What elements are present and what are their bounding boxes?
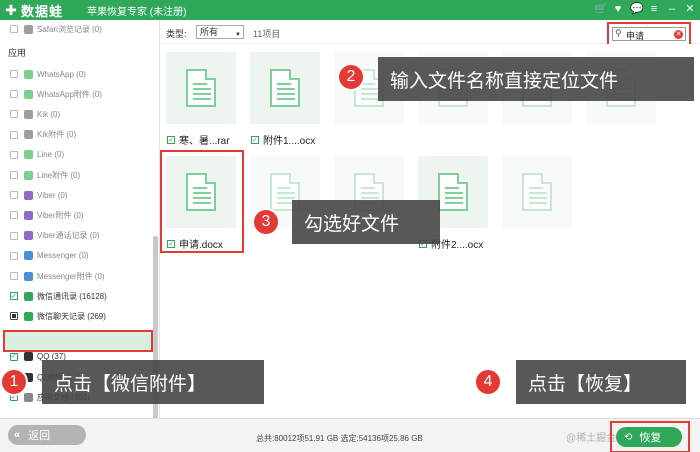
menu-icon[interactable]: ≡ <box>648 2 660 17</box>
callout-1-badge: 1 <box>0 368 28 396</box>
sidebar-section-apps: 应用 <box>8 48 27 58</box>
checkbox[interactable] <box>10 70 18 78</box>
checkbox[interactable]: ✓ <box>251 135 259 144</box>
app-logo-text: 数据蛙 <box>21 3 64 19</box>
callout-4: 点击【恢复】 <box>516 360 686 404</box>
file-tile[interactable] <box>166 52 236 124</box>
app-icon <box>24 210 33 220</box>
document-icon <box>186 69 216 107</box>
callout-3: 勾选好文件 <box>292 200 440 244</box>
callout-2-badge: 2 <box>337 63 365 91</box>
checkbox[interactable] <box>10 25 18 33</box>
document-icon <box>270 69 300 107</box>
safari-icon <box>24 24 33 34</box>
selected-file-outline <box>160 150 244 253</box>
app-icon <box>24 311 33 321</box>
app-icon <box>24 392 33 402</box>
checkbox[interactable] <box>10 130 18 139</box>
logo-icon: ✚ <box>5 2 17 18</box>
checkbox[interactable] <box>10 272 18 280</box>
checkbox[interactable] <box>10 171 18 179</box>
minimize-icon[interactable]: – <box>666 2 678 17</box>
checkbox[interactable] <box>10 90 18 99</box>
sidebar-item[interactable]: WhatsApp附件 (0) <box>10 86 102 102</box>
search-highlight: ⚲ 申请 ✕ <box>607 22 691 46</box>
clear-search-icon[interactable]: ✕ <box>674 30 683 39</box>
sidebar-item[interactable]: Viber附件 (0) <box>10 207 84 223</box>
app-title: 苹果恢复专家 (未注册) <box>87 6 187 18</box>
document-icon <box>522 173 552 211</box>
file-name[interactable]: ✓ 附件1....ocx <box>251 132 315 147</box>
sidebar-item[interactable]: Line附件 (0) <box>10 167 80 183</box>
callout-3-badge: 3 <box>252 208 280 236</box>
file-toolbar: 类型: 所有 ▼ 11项目 ⚲ 申请 ✕ <box>160 20 700 46</box>
app-icon <box>24 130 33 140</box>
app-window: ✚ 数据蛙 苹果恢复专家 (未注册) 🛒 ♥ 💬 ≡ – ✕ Safari浏览记… <box>0 0 700 452</box>
checkbox[interactable]: ✓ <box>10 292 18 301</box>
sidebar-item[interactable]: Line (0) <box>10 147 64 163</box>
sidebar-item[interactable]: Viber通话记录 (0) <box>10 228 100 244</box>
callout-2: 输入文件名称直接定位文件 <box>378 57 694 101</box>
checkbox[interactable]: ✓ <box>167 135 175 144</box>
close-icon[interactable]: ✕ <box>684 2 696 17</box>
title-bar: ✚ 数据蛙 苹果恢复专家 (未注册) 🛒 ♥ 💬 ≡ – ✕ <box>0 0 700 20</box>
checkbox[interactable] <box>10 150 18 159</box>
recover-icon: ⟲ <box>624 431 633 443</box>
type-select[interactable]: 所有 ▼ <box>196 25 244 39</box>
sidebar: Safari浏览记录 (0) 应用 WhatsApp (0) WhatsApp附件… <box>0 20 160 418</box>
sidebar-item[interactable]: Kik附件 (0) <box>10 127 76 143</box>
checkbox[interactable] <box>10 312 18 321</box>
app-icon <box>24 291 33 301</box>
item-count: 11项目 <box>253 29 281 39</box>
app-icon <box>24 69 33 79</box>
app-icon <box>24 109 33 119</box>
sidebar-item[interactable]: Viber (0) <box>10 187 68 203</box>
checkbox[interactable] <box>10 191 18 200</box>
chevron-left-icon: « <box>14 429 21 441</box>
app-icon <box>24 271 33 281</box>
checkbox[interactable] <box>10 110 18 119</box>
bottom-bar: « 返回 总共:80012项51.91 GB 选定:54136项25.86 GB… <box>0 418 700 452</box>
sidebar-item-safari-history[interactable]: Safari浏览记录 (0) <box>10 21 102 37</box>
app-icon <box>24 190 33 200</box>
app-icon <box>24 231 33 241</box>
selected-row-highlight <box>3 330 153 352</box>
heart-icon[interactable]: ♥ <box>612 2 624 17</box>
app-icon <box>24 150 33 160</box>
file-tile[interactable] <box>502 156 572 228</box>
checkbox[interactable] <box>10 211 18 220</box>
sidebar-item[interactable]: Messenger附件 (0) <box>10 268 105 284</box>
callout-1: 点击【微信附件】 <box>42 360 264 404</box>
recover-button[interactable]: ⟲ 恢复 <box>616 427 682 447</box>
back-button[interactable]: « 返回 <box>8 425 86 445</box>
selection-stats: 总共:80012项51.91 GB 选定:54136项25.86 GB <box>256 434 423 443</box>
callout-4-badge: 4 <box>474 368 502 396</box>
sidebar-item[interactable]: Kik (0) <box>10 106 60 122</box>
app-icon <box>24 89 33 99</box>
sidebar-item[interactable]: 微信聊天记录 (269) <box>10 308 106 324</box>
app-icon <box>24 170 33 180</box>
chevron-down-icon: ▼ <box>235 32 241 38</box>
search-input[interactable]: ⚲ 申请 ✕ <box>612 27 686 41</box>
search-value: 申请 <box>626 31 645 41</box>
app-icon <box>24 251 33 261</box>
chat-icon[interactable]: 💬 <box>630 2 644 17</box>
cart-icon[interactable]: 🛒 <box>594 2 608 17</box>
type-label: 类型: <box>166 29 187 39</box>
checkbox[interactable] <box>10 231 18 240</box>
document-icon <box>438 173 468 211</box>
sidebar-item[interactable]: WhatsApp (0) <box>10 66 86 82</box>
search-icon: ⚲ <box>615 28 622 38</box>
sidebar-item[interactable]: ✓ 微信通讯录 (16128) <box>10 288 107 304</box>
file-name[interactable]: ✓ 寒、暑...rar <box>167 132 230 147</box>
app-icon <box>24 352 33 362</box>
sidebar-item[interactable]: Messenger (0) <box>10 248 89 264</box>
checkbox[interactable]: ✓ <box>10 352 18 361</box>
checkbox[interactable] <box>10 251 18 260</box>
file-tile[interactable] <box>250 52 320 124</box>
window-controls: 🛒 ♥ 💬 ≡ – ✕ <box>594 2 696 17</box>
